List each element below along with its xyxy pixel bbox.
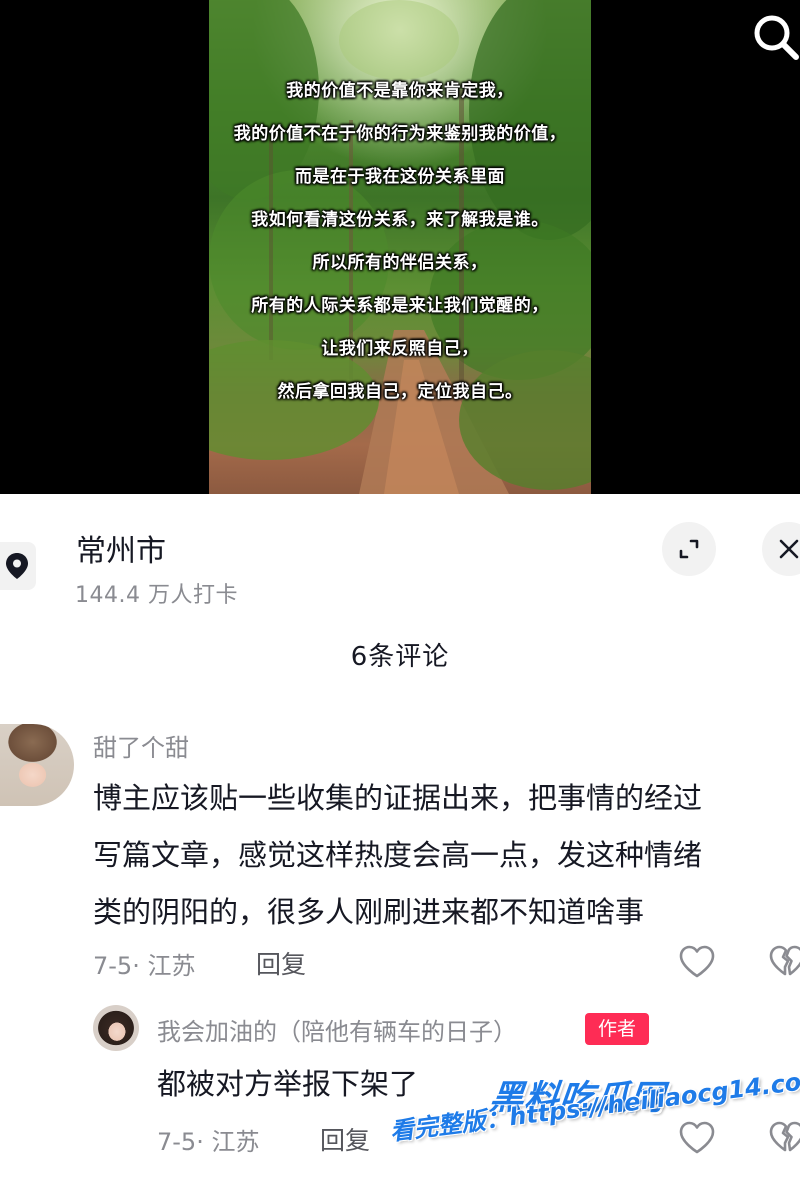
comments-count-title: 6条评论 [350,642,450,672]
heart-icon [679,945,715,978]
comment-date-location: 7-5· 江苏 [93,952,196,980]
expand-button[interactable] [662,522,716,576]
comment-username[interactable]: 我会加油的（陪他有辆车的日子） [157,1012,517,1047]
location-checkins: 144.4 万人打卡 [75,583,238,608]
comment-username[interactable]: 甜了个甜 [93,728,189,763]
search-button[interactable] [748,10,800,62]
video-frame: 我的价值不是靠你来肯定我， 我的价值不在于你的行为来鉴别我的价值， 而是在于我在… [209,0,591,494]
video-caption: 我的价值不是靠你来肯定我， 我的价值不在于你的行为来鉴别我的价值， 而是在于我在… [209,70,591,414]
caption-line: 而是在于我在这份关系里面 [295,167,505,187]
caption-line: 让我们来反照自己， [321,339,479,359]
author-badge: 作者 [585,1013,649,1045]
heart-icon [679,1121,715,1154]
location-pin-button[interactable] [0,542,36,590]
dislike-button[interactable] [767,942,800,982]
location-name[interactable]: 常州市 [76,526,166,570]
reply-button[interactable]: 回复 [320,1121,370,1157]
caption-line: 所以所有的伴侣关系， [312,253,488,273]
comment-text-line: 写篇文章，感觉这样热度会高一点，发这种情绪 [93,838,703,872]
avatar[interactable] [0,724,74,806]
caption-line: 然后拿回我自己，定位我自己。 [277,382,523,402]
comment-text-line: 都被对方举报下架了 [157,1067,419,1101]
avatar[interactable] [93,1005,139,1051]
caption-line: 所有的人际关系都是来让我们觉醒的， [251,296,549,316]
broken-heart-icon [769,945,800,976]
like-button[interactable] [677,1118,717,1158]
caption-line: 我的价值不是靠你来肯定我， [286,81,514,101]
video-player[interactable]: 我的价值不是靠你来肯定我， 我的价值不在于你的行为来鉴别我的价值， 而是在于我在… [0,0,800,494]
close-button[interactable] [762,522,800,576]
dislike-button[interactable] [767,1118,800,1158]
like-button[interactable] [677,942,717,982]
comment-text-line: 博主应该贴一些收集的证据出来，把事情的经过 [93,781,703,815]
reply-button[interactable]: 回复 [256,945,306,981]
caption-line: 我的价值不在于你的行为来鉴别我的价值， [233,124,567,144]
search-icon [754,15,799,60]
comment-text: 都被对方举报下架了 [157,1056,418,1113]
broken-heart-icon [769,1121,800,1152]
location-pin-icon [6,553,28,579]
comment-text: 博主应该贴一些收集的证据出来，把事情的经过 写篇文章，感觉这样热度会高一点，发这… [93,770,702,941]
expand-icon [679,539,699,559]
caption-line: 我如何看清这份关系，来了解我是谁。 [251,210,549,230]
comment-date-location: 7-5· 江苏 [157,1128,260,1156]
close-icon [779,539,799,559]
comment-text-line: 类的阴阳的，很多人刚刷进来都不知道啥事 [93,895,645,929]
